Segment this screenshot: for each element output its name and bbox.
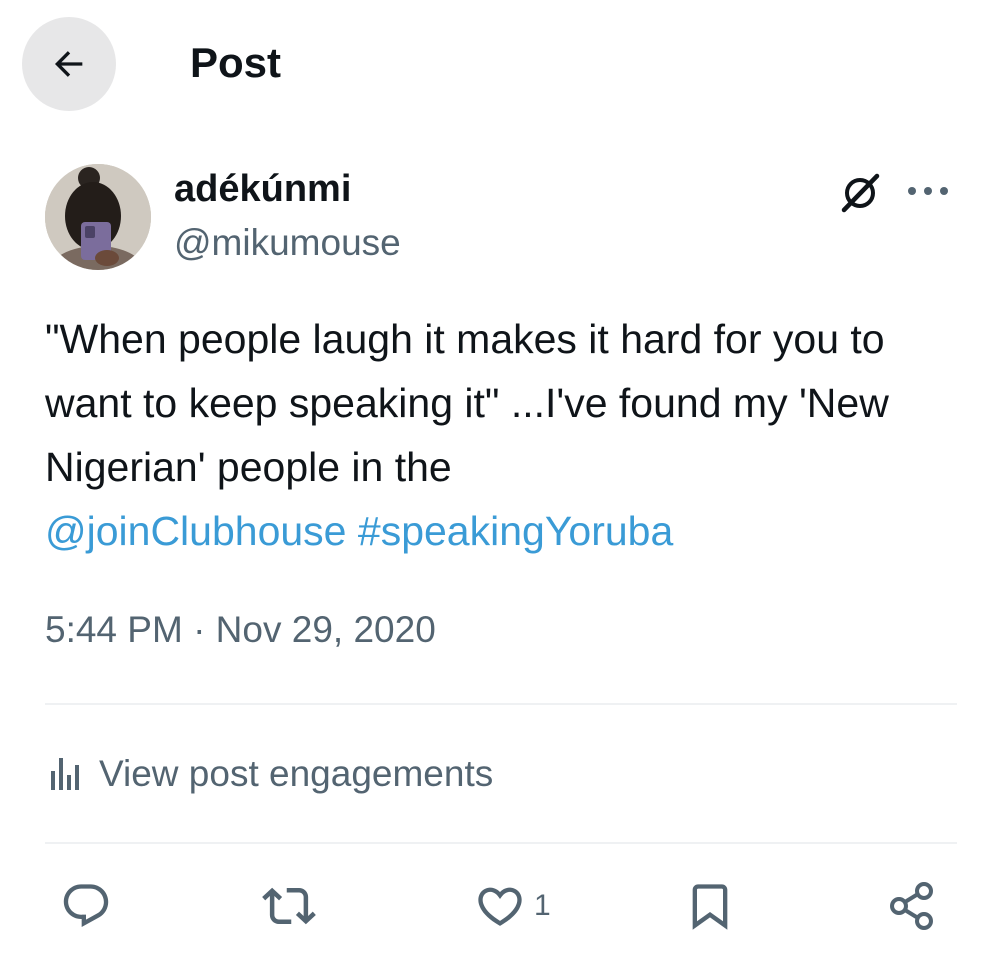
reply-button[interactable] bbox=[60, 878, 112, 934]
speech-bubble-icon bbox=[63, 884, 109, 928]
mention-link[interactable]: @joinClubhouse bbox=[45, 508, 346, 554]
avatar[interactable] bbox=[45, 164, 151, 270]
repost-icon bbox=[262, 887, 316, 925]
post-timestamp[interactable]: 5:44 PM · Nov 29, 2020 bbox=[45, 606, 436, 654]
divider bbox=[45, 842, 957, 844]
post-text-body: "When people laugh it makes it hard for … bbox=[45, 316, 889, 490]
grok-icon bbox=[841, 173, 880, 213]
back-button[interactable] bbox=[22, 17, 116, 111]
author-display-name[interactable]: adékúnmi bbox=[174, 166, 351, 212]
heart-icon bbox=[478, 887, 522, 926]
share-button[interactable] bbox=[886, 878, 940, 934]
view-engagements-label: View post engagements bbox=[99, 753, 494, 794]
page-title: Post bbox=[190, 39, 282, 86]
like-count: 1 bbox=[534, 889, 551, 922]
divider bbox=[45, 703, 957, 705]
like-button[interactable]: 1 bbox=[474, 878, 551, 934]
more-dots-icon bbox=[908, 187, 948, 195]
view-engagements-button[interactable]: View post engagements bbox=[45, 748, 493, 800]
post-text: "When people laugh it makes it hard for … bbox=[45, 307, 965, 563]
more-options-button[interactable] bbox=[900, 168, 956, 214]
repost-button[interactable] bbox=[262, 878, 316, 934]
arrow-left-icon bbox=[55, 51, 83, 77]
grok-button[interactable] bbox=[832, 165, 888, 221]
author-handle[interactable]: @mikumouse bbox=[174, 220, 401, 266]
share-icon bbox=[890, 882, 933, 930]
avatar-image bbox=[45, 164, 151, 270]
bar-chart-icon bbox=[51, 758, 79, 790]
bookmark-button[interactable] bbox=[684, 878, 736, 934]
bookmark-icon bbox=[692, 884, 728, 930]
post-page: Post adékúnmi @mikumouse "When people la… bbox=[0, 0, 1000, 959]
hashtag-link[interactable]: #speakingYoruba bbox=[358, 508, 673, 554]
